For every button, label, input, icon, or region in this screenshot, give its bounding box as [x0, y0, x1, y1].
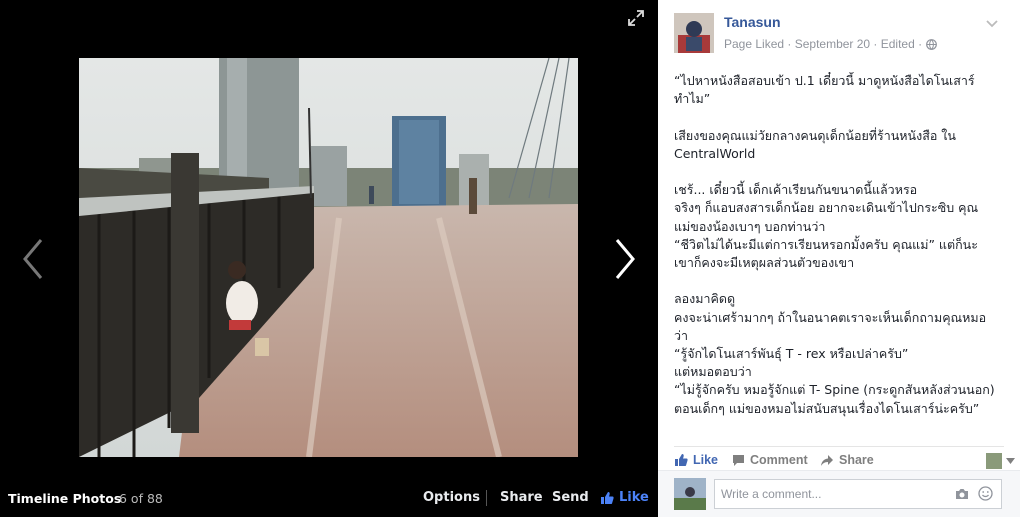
emoji-icon[interactable]	[978, 486, 993, 501]
post-actions: Like Comment Share	[674, 453, 1015, 471]
comment-icon	[733, 454, 744, 466]
comment-label: Comment	[750, 453, 808, 467]
photo-viewer: Timeline Photos 6 of 88 Options Share Se…	[0, 0, 658, 517]
photo	[79, 58, 578, 457]
album-name-link[interactable]: Timeline Photos	[8, 491, 121, 506]
options-button[interactable]: Options	[423, 490, 480, 505]
share-label: Share	[839, 453, 874, 467]
comment-composer	[658, 470, 1020, 517]
chevron-left-icon[interactable]	[14, 236, 54, 282]
like-label: Like	[693, 453, 719, 467]
avatar	[674, 478, 706, 510]
camera-icon[interactable]	[955, 487, 969, 501]
viewer-bottom-bar: Timeline Photos 6 of 88 Options Share Se…	[0, 480, 658, 517]
thumbs-up-icon	[675, 454, 688, 466]
send-button[interactable]: Send	[552, 490, 589, 505]
thumbs-up-icon	[601, 491, 614, 504]
post-panel: Tanasun Page Liked · September 20 · Edit…	[658, 0, 1020, 517]
viewer-like-label: Like	[619, 490, 649, 505]
divider	[674, 446, 1004, 447]
avatar	[986, 453, 1002, 469]
author-name-link[interactable]: Tanasun	[724, 14, 781, 30]
chevron-right-icon[interactable]	[604, 236, 644, 282]
avatar[interactable]	[674, 13, 714, 53]
globe-icon[interactable]	[926, 38, 938, 50]
viewer-share-button[interactable]: Share	[500, 490, 543, 505]
comment-button[interactable]: Comment	[732, 453, 808, 467]
share-button[interactable]: Share	[820, 453, 874, 467]
expand-icon[interactable]	[626, 8, 646, 28]
post-meta: Page Liked · September 20 · Edited ·	[724, 37, 938, 51]
post-caption: “ไปหาหนังสือสอบเข้า ป.1 เดี๋ยวนี้ มาดูหน…	[674, 73, 995, 416]
like-button[interactable]: Like	[674, 453, 718, 467]
post-meta-text: Page Liked · September 20 · Edited ·	[724, 37, 923, 51]
chevron-down-icon[interactable]	[985, 15, 999, 29]
share-icon	[821, 454, 833, 466]
viewer-like-button[interactable]: Like	[600, 490, 649, 505]
photo-counter: 6 of 88	[119, 491, 163, 506]
post-as-selector[interactable]	[986, 453, 1015, 469]
divider	[486, 490, 487, 506]
caret-down-icon	[1006, 458, 1015, 464]
